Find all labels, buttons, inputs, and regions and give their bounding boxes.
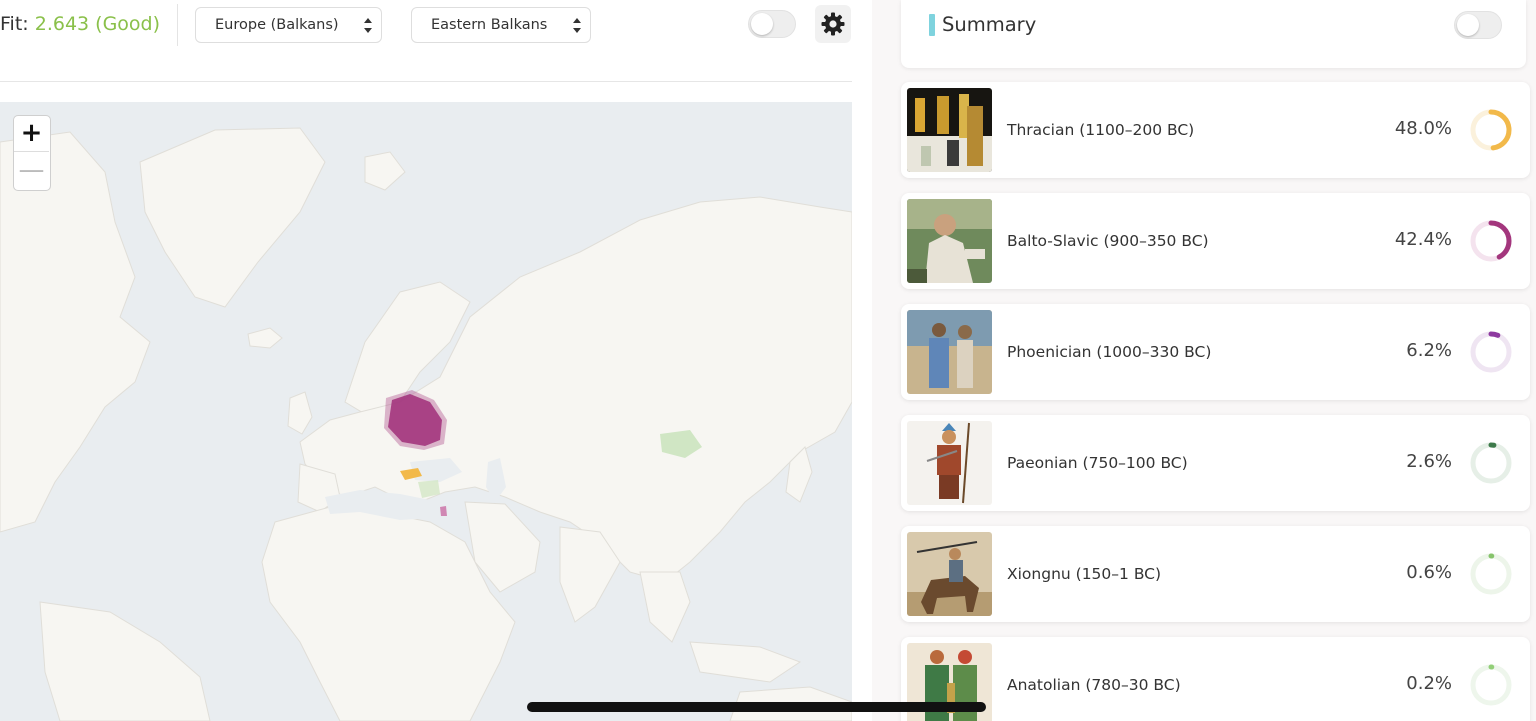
- percent-ring: [1470, 109, 1512, 151]
- subregion-select-value: Eastern Balkans: [431, 17, 548, 33]
- summary-title: Summary: [942, 13, 1037, 36]
- population-percent: 48.0%: [1394, 118, 1452, 139]
- landmass-indonesia: [689, 641, 802, 683]
- map-toolbar: Fit: 2.643 (Good) Europe (Balkans) Easte…: [0, 0, 852, 82]
- summary-header: Summary: [901, 0, 1526, 68]
- fit-value: 2.643 (Good): [34, 13, 161, 35]
- home-indicator: [527, 702, 986, 712]
- region-select[interactable]: Europe (Balkans): [195, 7, 382, 43]
- zoom-in-button[interactable]: +: [14, 116, 49, 152]
- subregion-select[interactable]: Eastern Balkans: [411, 7, 591, 43]
- population-name: Thracian (1100–200 BC): [1007, 121, 1195, 139]
- percent-ring: [1470, 553, 1512, 595]
- summary-accent-bar: [929, 14, 935, 36]
- percent-ring: [1470, 220, 1512, 262]
- population-card-xiongnu[interactable]: Xiongnu (150–1 BC) 0.6%: [901, 526, 1530, 622]
- population-percent: 42.4%: [1394, 229, 1452, 250]
- population-name: Paeonian (750–100 BC): [1007, 454, 1188, 472]
- app-root: Fit: 2.643 (Good) Europe (Balkans) Easte…: [0, 0, 1536, 721]
- landmass-se-asia: [639, 571, 691, 643]
- population-percent: 2.6%: [1406, 451, 1452, 472]
- population-thumbnail: [907, 199, 992, 283]
- region-select-value: Europe (Balkans): [215, 17, 339, 33]
- sort-arrows-icon: [364, 18, 372, 33]
- population-name: Anatolian (780–30 BC): [1007, 676, 1181, 694]
- landmass-south-america: [39, 601, 211, 721]
- landmass-iceland: [247, 327, 283, 349]
- population-thumbnail: [907, 310, 992, 394]
- percent-ring: [1470, 664, 1512, 706]
- population-percent: 0.6%: [1406, 562, 1452, 583]
- population-card-balto-slavic[interactable]: Balto-Slavic (900–350 BC) 42.4%: [901, 193, 1530, 289]
- population-percent: 0.2%: [1406, 673, 1452, 694]
- percent-ring: [1470, 442, 1512, 484]
- gear-icon: [821, 12, 845, 36]
- world-map[interactable]: + —: [0, 102, 852, 721]
- landmass-greenland: [139, 127, 326, 308]
- population-name: Xiongnu (150–1 BC): [1007, 565, 1162, 583]
- population-thumbnail: [907, 88, 992, 172]
- map-panel: Fit: 2.643 (Good) Europe (Balkans) Easte…: [0, 0, 852, 721]
- population-card-anatolian[interactable]: Anatolian (780–30 BC) 0.2%: [901, 637, 1530, 721]
- landmass-north-america: [0, 131, 151, 533]
- landmass-svalbard: [364, 151, 406, 191]
- toolbar-divider: [177, 4, 178, 46]
- population-name: Phoenician (1000–330 BC): [1007, 343, 1212, 361]
- population-thumbnail: [907, 532, 992, 616]
- toggle-knob: [1457, 14, 1479, 36]
- population-thumbnail: [907, 421, 992, 505]
- fit-score: Fit: 2.643 (Good): [0, 12, 160, 36]
- population-card-phoenician[interactable]: Phoenician (1000–330 BC) 6.2%: [901, 304, 1530, 400]
- settings-button[interactable]: [815, 5, 851, 43]
- sort-arrows-icon: [573, 18, 581, 33]
- summary-toggle[interactable]: [1454, 11, 1502, 39]
- zoom-control: + —: [13, 115, 51, 191]
- population-percent: 6.2%: [1406, 340, 1452, 361]
- fit-label: Fit:: [0, 13, 29, 35]
- world-map-canvas: [0, 127, 852, 721]
- landmass-britain: [287, 391, 313, 435]
- toggle-knob: [751, 13, 773, 35]
- zoom-out-button[interactable]: —: [14, 153, 49, 189]
- population-card-thracian[interactable]: Thracian (1100–200 BC) 48.0%: [901, 82, 1530, 178]
- percent-ring: [1470, 331, 1512, 373]
- summary-panel: Summary Thracian (1100–200 BC) 48.0% Bal…: [872, 0, 1536, 721]
- anatolian-region: [440, 506, 447, 516]
- population-name: Balto-Slavic (900–350 BC): [1007, 232, 1209, 250]
- population-card-paeonian[interactable]: Paeonian (750–100 BC) 2.6%: [901, 415, 1530, 511]
- map-toggle[interactable]: [748, 10, 796, 38]
